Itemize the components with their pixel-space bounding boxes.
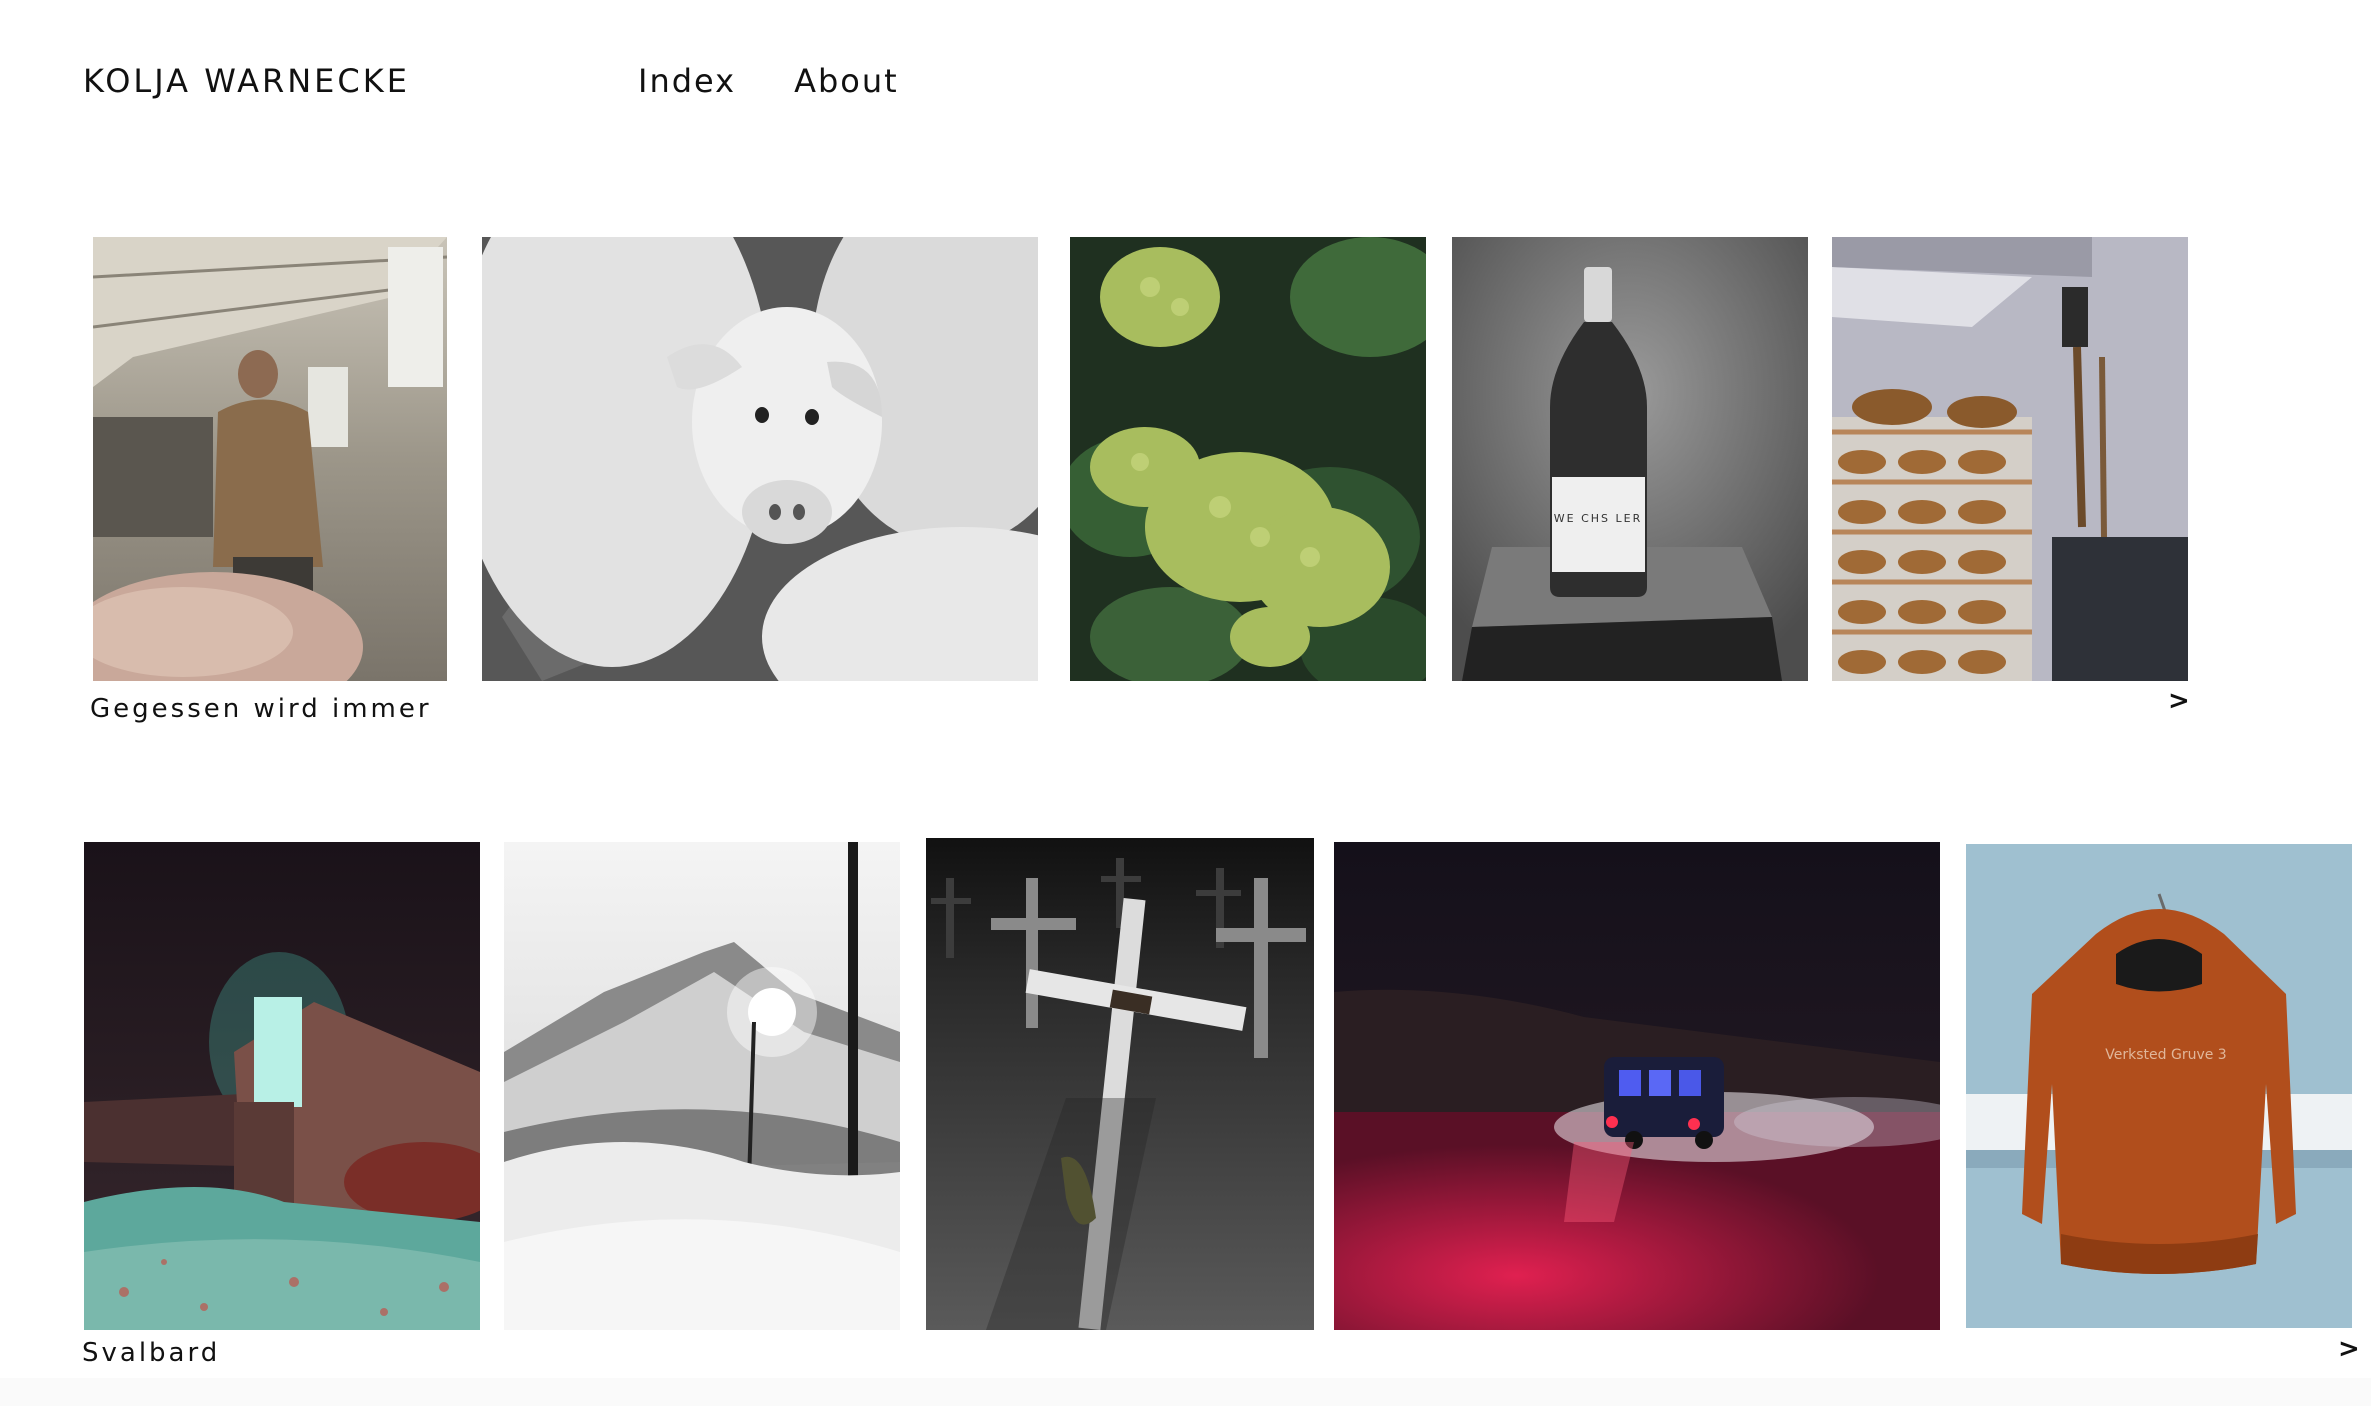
- gallery-1-photo-1-farmer-with-pig[interactable]: [93, 237, 447, 681]
- gallery-2-photo-3-grave-crosses[interactable]: [926, 838, 1314, 1330]
- gallery-2-photo-4-van-red-light[interactable]: [1334, 842, 1940, 1330]
- main-nav: Index About: [638, 62, 899, 100]
- gallery-2-title[interactable]: Svalbard: [82, 1338, 220, 1368]
- gallery-2-photo-5-orange-jacket[interactable]: Verksted Gruve 3: [1966, 844, 2352, 1328]
- gallery-2-photo-2-snowy-mountain[interactable]: [504, 842, 900, 1330]
- bottle-label-text: WE CHS LER: [1554, 512, 1642, 525]
- gallery-1-photo-2-pigs[interactable]: [482, 237, 1038, 681]
- gallery-1-title[interactable]: Gegessen wird immer: [90, 694, 432, 724]
- gallery-1-photo-4-wine-bottle[interactable]: WE CHS LER: [1452, 237, 1808, 681]
- gallery-1-next-arrow[interactable]: >: [2168, 686, 2190, 716]
- nav-about-link[interactable]: About: [794, 62, 899, 100]
- gallery-1-photo-3-grapes[interactable]: [1070, 237, 1426, 681]
- gallery-1-photo-5-bakery[interactable]: [1832, 237, 2188, 681]
- gallery-2-next-arrow[interactable]: >: [2338, 1334, 2360, 1364]
- page-footer-band: [0, 1378, 2371, 1406]
- jacket-print-text: Verksted Gruve 3: [2105, 1047, 2226, 1063]
- nav-index-link[interactable]: Index: [638, 62, 736, 100]
- site-title[interactable]: KOLJA WARNECKE: [83, 62, 410, 100]
- gallery-2-photo-1-seed-vault[interactable]: [84, 842, 480, 1330]
